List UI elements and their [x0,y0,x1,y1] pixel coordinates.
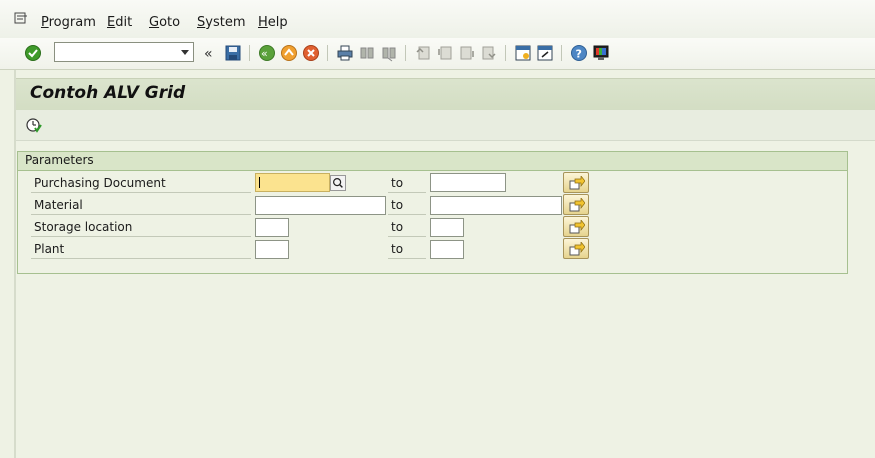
shortcut-icon[interactable] [536,44,554,62]
value-help-search-icon[interactable] [330,175,346,191]
toolbar-separator [561,45,562,61]
row-underline [388,214,426,215]
purchasing-document-low-input[interactable] [255,173,330,192]
row-underline [31,192,251,193]
svg-text:?: ? [576,48,582,61]
parameters-group-header: Parameters [18,152,847,171]
toolbar-separator [405,45,406,61]
multiple-selection-button[interactable] [563,216,589,237]
last-page-icon[interactable] [480,44,498,62]
row-underline [388,258,426,259]
next-page-icon[interactable] [458,44,476,62]
svg-text:«: « [204,46,213,62]
to-label: to [391,220,404,234]
previous-page-icon[interactable] [436,44,454,62]
toolbar-separator [327,45,328,61]
purchasing-document-high-input[interactable] [430,173,506,192]
menu-help[interactable]: Help [258,15,288,30]
to-label: to [391,198,404,212]
row-underline [31,214,251,215]
menu-access-key: G [149,15,160,30]
back-icon[interactable]: « [258,44,276,62]
find-icon[interactable] [358,44,376,62]
chevron-down-icon[interactable] [181,50,189,55]
multiple-selection-arrow-icon [569,242,585,256]
parameters-group-title: Parameters [25,153,94,167]
menu-access-key: E [107,15,116,30]
row-underline [31,258,251,259]
row-underline [388,236,426,237]
multiple-selection-button[interactable] [563,238,589,259]
to-label: to [391,242,404,256]
menu-launcher-icon[interactable] [14,12,28,24]
material-low-input[interactable] [255,196,386,215]
toolbar-separator [505,45,506,61]
multiple-selection-arrow-icon [569,198,585,212]
menu-system[interactable]: System [197,15,246,30]
to-label: to [391,176,404,190]
material-label: Material [34,198,83,212]
application-toolbar [16,110,875,141]
plant-low-input[interactable] [255,240,289,259]
material-high-input[interactable] [430,196,562,215]
menu-access-key: H [258,15,268,30]
first-page-icon[interactable] [414,44,432,62]
execute-icon[interactable] [25,116,43,134]
storage-location-low-input[interactable] [255,218,289,237]
create-session-icon[interactable] [514,44,532,62]
text-cursor [259,177,260,188]
multiple-selection-button[interactable] [563,194,589,215]
back-double-icon[interactable]: « [203,44,217,62]
menu-goto[interactable]: Goto [149,15,180,30]
multiple-selection-arrow-icon [569,220,585,234]
customize-layout-icon[interactable] [592,44,610,62]
menu-access-key: S [197,15,206,30]
menu-access-key: P [41,15,49,30]
svg-text:«: « [261,47,268,60]
plant-high-input[interactable] [430,240,464,259]
multiple-selection-button[interactable] [563,172,589,193]
command-field[interactable] [54,42,194,62]
title-bar: Contoh ALV Grid [16,78,875,111]
menu-edit[interactable]: Edit [107,15,132,30]
enter-icon[interactable] [24,44,42,62]
storage-location-high-input[interactable] [430,218,464,237]
menu-bar: Program Edit Goto System Help [0,0,875,38]
plant-label: Plant [34,242,65,256]
save-icon[interactable] [224,44,242,62]
row-underline [388,192,426,193]
toolbar-separator [249,45,250,61]
print-icon[interactable] [336,44,354,62]
page-title: Contoh ALV Grid [30,83,186,103]
row-underline [31,236,251,237]
exit-icon[interactable] [280,44,298,62]
multiple-selection-arrow-icon [569,176,585,190]
find-next-icon[interactable] [380,44,398,62]
cancel-icon[interactable] [302,44,320,62]
menu-program[interactable]: Program [41,15,96,30]
purchasing-document-label: Purchasing Document [34,176,166,190]
help-icon[interactable]: ? [570,44,588,62]
storage-location-label: Storage location [34,220,133,234]
